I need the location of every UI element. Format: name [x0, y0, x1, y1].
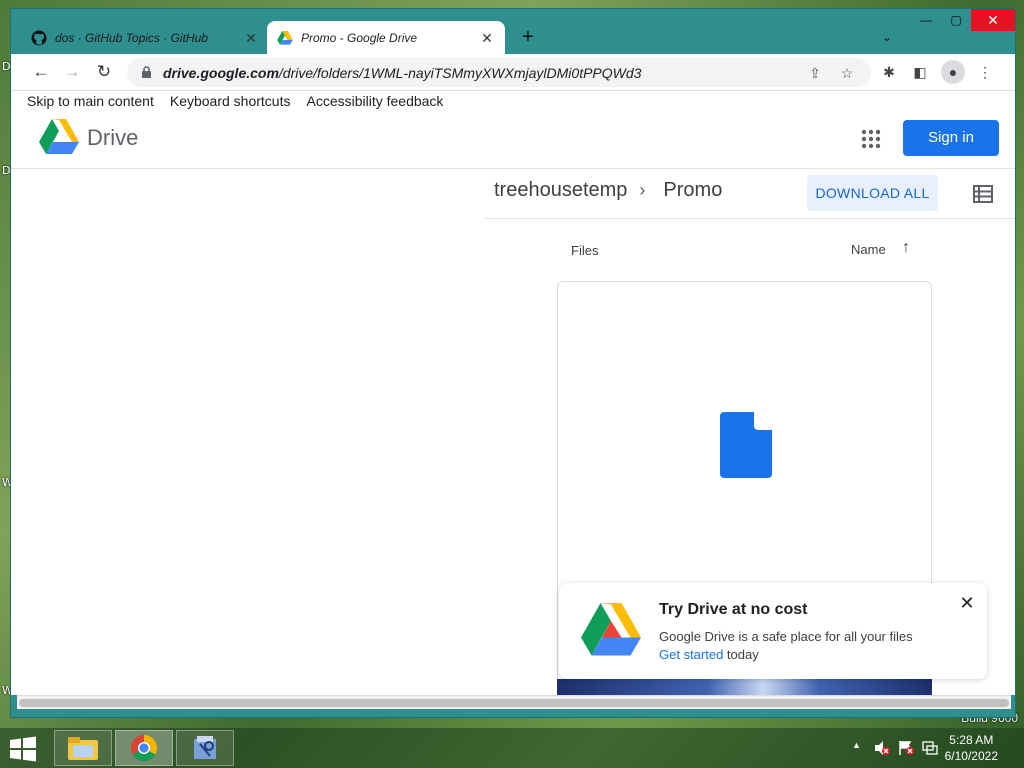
drive-logo-icon — [581, 603, 641, 656]
close-window-button[interactable]: ✕ — [971, 9, 1015, 31]
google-apps-grid-icon[interactable] — [859, 127, 883, 151]
url-text[interactable]: drive.google.com/drive/folders/1WML-nayi… — [163, 65, 641, 81]
clock-date: 6/10/2022 — [944, 749, 998, 763]
window-controls: — ▢ ✕ — [911, 9, 1015, 35]
side-panel-icon[interactable]: ◧ — [908, 60, 932, 84]
system-clock[interactable]: 5:28 AM 6/10/2022 — [945, 732, 998, 764]
tray-overflow-arrow-icon[interactable]: ▲ — [852, 740, 861, 756]
url-host: drive.google.com — [163, 64, 279, 81]
promo-body: Google Drive is a safe place for all you… — [659, 629, 913, 644]
tab-github-topics[interactable]: dos · GitHub Topics · GitHub ✕ — [21, 21, 269, 54]
taskbar-archive-tool[interactable] — [176, 730, 234, 766]
promo-cta-suffix: today — [723, 647, 759, 662]
archive-tool-icon — [194, 736, 216, 759]
share-icon[interactable]: ⇪ — [805, 64, 825, 82]
get-started-link[interactable]: Get started — [659, 647, 723, 662]
drive-logo-icon[interactable] — [39, 119, 79, 155]
breadcrumb: treehousetemp › Promo — [494, 179, 722, 202]
skip-to-main-link[interactable]: Skip to main content — [27, 93, 154, 111]
drive-header: Drive Sign in — [11, 111, 1015, 169]
new-tab-button[interactable]: + — [516, 25, 540, 49]
reload-button[interactable]: ↻ — [92, 60, 116, 84]
minimize-button[interactable]: — — [911, 9, 941, 31]
files-section-heading: Files — [571, 243, 599, 258]
extensions-puzzle-icon[interactable]: ✱ — [877, 60, 901, 84]
sort-direction-arrow-icon[interactable]: ↑ — [897, 239, 915, 257]
volume-muted-icon[interactable] — [874, 740, 890, 756]
tab-strip: dos · GitHub Topics · GitHub ✕ Promo - G… — [11, 9, 1015, 54]
chrome-icon — [130, 734, 158, 762]
tab-close-icon[interactable]: ✕ — [479, 30, 495, 46]
file-thumbnail-strip[interactable] — [557, 679, 932, 695]
header-divider — [485, 218, 1015, 219]
product-name[interactable]: Drive — [87, 125, 138, 151]
folder-icon — [68, 737, 98, 760]
taskbar-file-explorer[interactable] — [54, 730, 112, 766]
file-document-icon — [720, 412, 772, 478]
accessibility-feedback-link[interactable]: Accessibility feedback — [306, 93, 443, 111]
sort-by-name-label[interactable]: Name — [851, 242, 886, 257]
tab-title: dos · GitHub Topics · GitHub — [55, 30, 208, 45]
windows-start-icon[interactable] — [8, 736, 38, 762]
address-bar[interactable]: drive.google.com/drive/folders/1WML-nayi… — [127, 58, 871, 87]
network-icon[interactable] — [922, 740, 938, 756]
bookmark-star-icon[interactable]: ☆ — [837, 64, 857, 82]
clock-time: 5:28 AM — [949, 733, 994, 747]
forward-button[interactable]: → — [60, 60, 84, 84]
tab-google-drive[interactable]: Promo - Google Drive ✕ — [267, 21, 505, 54]
sign-in-button[interactable]: Sign in — [903, 120, 999, 156]
browser-menu-icon[interactable]: ⋮ — [973, 60, 997, 84]
promo-close-icon[interactable]: ✕ — [957, 593, 977, 613]
tab-search-chevron-down-icon[interactable]: ⌄ — [877, 27, 897, 47]
profile-avatar-icon[interactable]: ● — [941, 60, 965, 84]
drive-icon — [277, 30, 293, 46]
action-center-flag-icon[interactable] — [898, 740, 914, 756]
breadcrumb-parent-folder[interactable]: treehousetemp — [494, 179, 627, 202]
tab-title: Promo - Google Drive — [301, 30, 418, 45]
back-button[interactable]: ← — [29, 60, 53, 84]
browser-toolbar: ← → ↻ drive.google.com/drive/folders/1WM… — [11, 54, 1015, 91]
browser-window: dos · GitHub Topics · GitHub ✕ Promo - G… — [10, 8, 1016, 718]
taskbar-chrome[interactable] — [115, 730, 173, 766]
url-path: /drive/folders/1WML-nayiTSMmyXWXmjaylDMi… — [278, 64, 642, 81]
list-view-icon[interactable] — [973, 185, 993, 203]
tab-close-icon[interactable]: ✕ — [243, 30, 259, 46]
page-viewport: Skip to main content Keyboard shortcuts … — [11, 91, 1015, 695]
taskbar: ▲ 5:28 AM 6/10/2022 — [0, 728, 1024, 768]
scrollbar-thumb[interactable] — [19, 699, 1009, 707]
breadcrumb-current-folder[interactable]: Promo — [663, 179, 722, 202]
try-drive-promo: Try Drive at no cost Google Drive is a s… — [559, 583, 987, 679]
lock-icon[interactable] — [139, 66, 153, 80]
skip-links: Skip to main content Keyboard shortcuts … — [27, 93, 443, 111]
promo-cta-line: Get started today — [659, 647, 759, 662]
github-icon — [31, 30, 47, 46]
maximize-button[interactable]: ▢ — [941, 9, 971, 31]
promo-title: Try Drive at no cost — [659, 601, 808, 618]
chevron-right-icon: › — [639, 180, 646, 200]
horizontal-scrollbar[interactable] — [17, 695, 1011, 709]
download-all-button[interactable]: DOWNLOAD ALL — [807, 175, 938, 211]
keyboard-shortcuts-link[interactable]: Keyboard shortcuts — [170, 93, 291, 111]
